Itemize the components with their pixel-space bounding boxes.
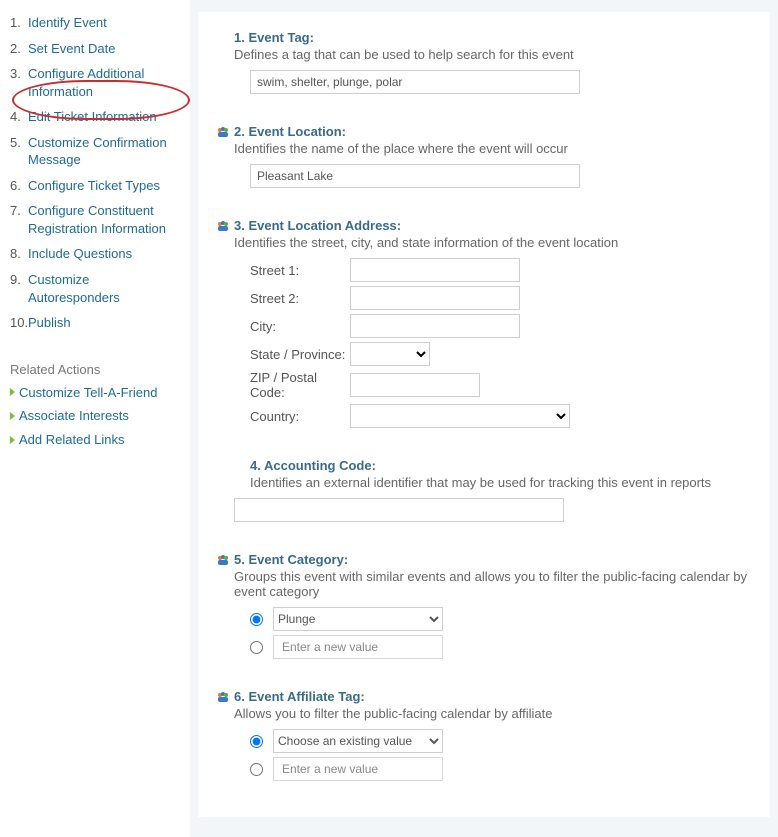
event-location-desc: Identifies the name of the place where t…: [234, 141, 758, 156]
state-label: State / Province:: [250, 347, 350, 362]
affiliate-new-input[interactable]: Enter a new value: [273, 757, 443, 781]
accounting-desc: Identifies an external identifier that m…: [250, 475, 758, 490]
people-icon: [216, 690, 230, 704]
accounting-input[interactable]: [234, 498, 564, 522]
people-icon: [216, 553, 230, 567]
accounting-title: 4. Accounting Code:: [250, 458, 758, 473]
step-publish[interactable]: 10.Publish: [10, 310, 184, 336]
step-configure-ticket-types[interactable]: 6.Configure Ticket Types: [10, 173, 184, 199]
wizard-steps: 1.Identify Event 2.Set Event Date 3.Conf…: [10, 10, 184, 336]
related-tell-a-friend[interactable]: Customize Tell-A-Friend: [10, 381, 184, 405]
related-actions-list: Customize Tell-A-Friend Associate Intere…: [10, 381, 184, 452]
event-address-title: 3. Event Location Address:: [234, 218, 758, 233]
category-existing-radio[interactable]: [250, 613, 263, 626]
event-tag-input[interactable]: [250, 70, 580, 94]
city-input[interactable]: [350, 314, 520, 338]
event-location-title: 2. Event Location:: [234, 124, 758, 139]
category-new-input[interactable]: Enter a new value: [273, 635, 443, 659]
step-include-questions[interactable]: 8.Include Questions: [10, 241, 184, 267]
section-accounting-code: 4. Accounting Code: Identifies an extern…: [222, 458, 758, 522]
step-configure-additional-info[interactable]: 3.Configure Additional Information: [10, 61, 184, 104]
caret-icon: [10, 412, 15, 420]
street2-input[interactable]: [350, 286, 520, 310]
city-label: City:: [250, 319, 350, 334]
category-select[interactable]: Plunge: [273, 607, 443, 631]
people-icon: [216, 125, 230, 139]
state-select[interactable]: [350, 342, 430, 366]
zip-input[interactable]: [350, 373, 480, 397]
affiliate-desc: Allows you to filter the public-facing c…: [234, 706, 758, 721]
section-event-category: 5. Event Category: Groups this event wit…: [222, 552, 758, 659]
affiliate-title: 6. Event Affiliate Tag:: [234, 689, 758, 704]
affiliate-new-radio[interactable]: [250, 763, 263, 776]
step-set-event-date[interactable]: 2.Set Event Date: [10, 36, 184, 62]
event-tag-title: 1. Event Tag:: [234, 30, 758, 45]
affiliate-select[interactable]: Choose an existing value: [273, 729, 443, 753]
event-location-input[interactable]: [250, 164, 580, 188]
affiliate-existing-radio[interactable]: [250, 735, 263, 748]
country-select[interactable]: [350, 404, 570, 428]
country-label: Country:: [250, 409, 350, 424]
step-customize-autoresponders[interactable]: 9.Customize Autoresponders: [10, 267, 184, 310]
related-associate-interests[interactable]: Associate Interests: [10, 404, 184, 428]
caret-icon: [10, 388, 15, 396]
related-add-related-links[interactable]: Add Related Links: [10, 428, 184, 452]
section-event-address: 3. Event Location Address: Identifies th…: [222, 218, 758, 428]
street2-label: Street 2:: [250, 291, 350, 306]
step-customize-confirmation[interactable]: 5.Customize Confirmation Message: [10, 130, 184, 173]
step-edit-ticket-info[interactable]: 4.Edit Ticket Information: [10, 104, 184, 130]
event-address-desc: Identifies the street, city, and state i…: [234, 235, 758, 250]
street1-label: Street 1:: [250, 263, 350, 278]
category-title: 5. Event Category:: [234, 552, 758, 567]
step-identify-event[interactable]: 1.Identify Event: [10, 10, 184, 36]
section-event-tag: 1. Event Tag: Defines a tag that can be …: [222, 30, 758, 94]
zip-label: ZIP / Postal Code:: [250, 370, 350, 400]
section-event-location: 2. Event Location: Identifies the name o…: [222, 124, 758, 188]
street1-input[interactable]: [350, 258, 520, 282]
step-configure-constituent-reg[interactable]: 7.Configure Constituent Registration Inf…: [10, 198, 184, 241]
people-icon: [216, 219, 230, 233]
category-desc: Groups this event with similar events an…: [234, 569, 758, 599]
caret-icon: [10, 436, 15, 444]
related-actions-header: Related Actions: [10, 362, 184, 377]
category-new-radio[interactable]: [250, 641, 263, 654]
section-affiliate-tag: 6. Event Affiliate Tag: Allows you to fi…: [222, 689, 758, 781]
event-tag-desc: Defines a tag that can be used to help s…: [234, 47, 758, 62]
